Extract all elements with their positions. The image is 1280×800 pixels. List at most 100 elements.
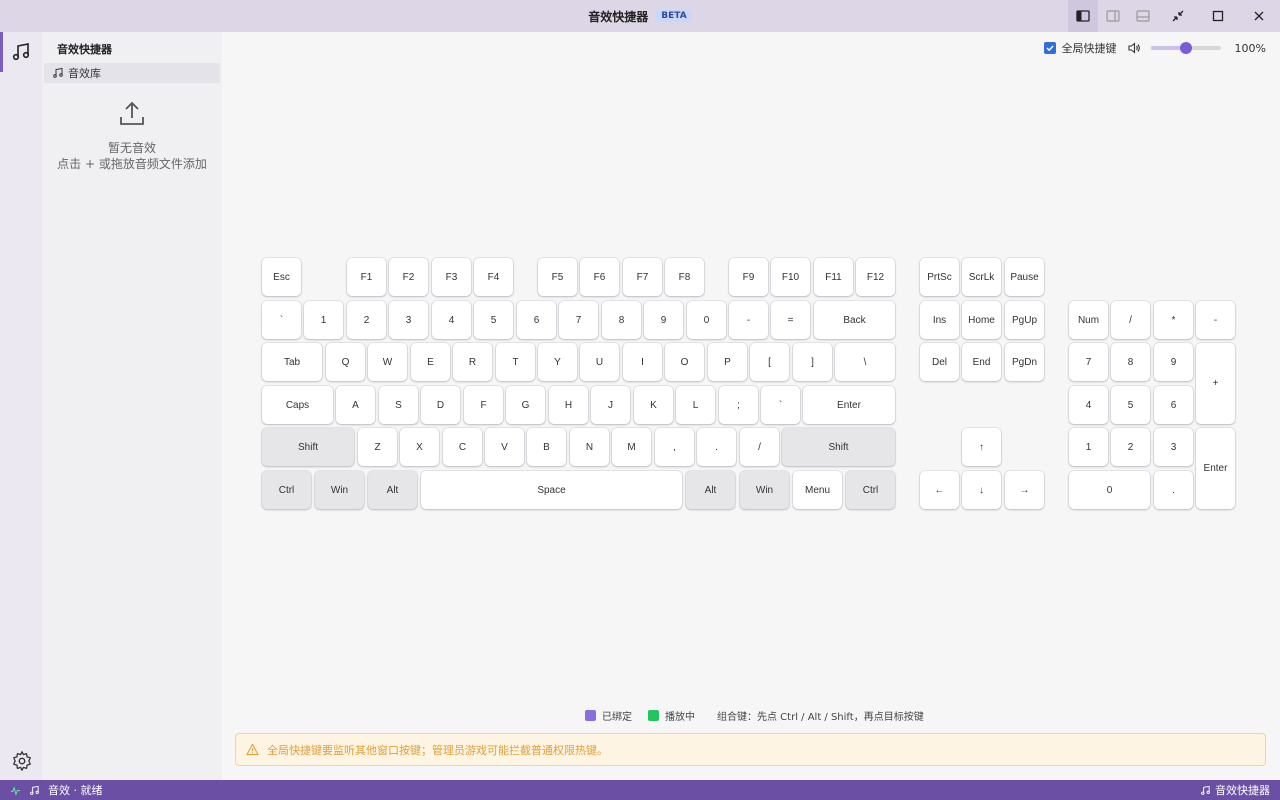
- toggle-bottom-panel-button[interactable]: [1128, 0, 1158, 32]
- key-i[interactable]: I: [623, 343, 662, 381]
- key-f9[interactable]: F9: [729, 258, 768, 296]
- key-right-shift[interactable]: Shift: [782, 428, 895, 466]
- key-x[interactable]: X: [400, 428, 439, 466]
- key-quote[interactable]: `: [761, 386, 800, 424]
- key-p[interactable]: P: [708, 343, 747, 381]
- key-caps[interactable]: Caps: [262, 386, 333, 424]
- key-f[interactable]: F: [464, 386, 503, 424]
- volume-icon[interactable]: [1127, 41, 1141, 55]
- key-3[interactable]: 3: [389, 301, 428, 339]
- key-s[interactable]: S: [379, 386, 418, 424]
- key-enter[interactable]: Enter: [803, 386, 895, 424]
- key-num-1[interactable]: 1: [1069, 428, 1108, 466]
- upload-icon[interactable]: [118, 100, 146, 128]
- key-numlock[interactable]: Num: [1069, 301, 1108, 339]
- key-left-win[interactable]: Win: [315, 471, 364, 509]
- key-y[interactable]: Y: [538, 343, 577, 381]
- key-arrow-left[interactable]: ←: [920, 471, 959, 509]
- key-arrow-up[interactable]: ↑: [962, 428, 1001, 466]
- key-tab[interactable]: Tab: [262, 343, 322, 381]
- key-num-8[interactable]: 8: [1111, 343, 1150, 381]
- key-backspace[interactable]: Back: [814, 301, 895, 339]
- key-f7[interactable]: F7: [623, 258, 662, 296]
- key-num-divide[interactable]: /: [1111, 301, 1150, 339]
- key-menu[interactable]: Menu: [793, 471, 842, 509]
- key-c[interactable]: C: [443, 428, 482, 466]
- key-prtsc[interactable]: PrtSc: [920, 258, 959, 296]
- key-b[interactable]: B: [527, 428, 566, 466]
- settings-gear-icon[interactable]: [11, 750, 33, 772]
- key-f12[interactable]: F12: [856, 258, 895, 296]
- volume-slider-thumb[interactable]: [1179, 42, 1192, 54]
- key-num-4[interactable]: 4: [1069, 386, 1108, 424]
- key-backtick[interactable]: `: [262, 301, 301, 339]
- key-pause[interactable]: Pause: [1005, 258, 1044, 296]
- key-o[interactable]: O: [665, 343, 704, 381]
- key-num-5[interactable]: 5: [1111, 386, 1150, 424]
- key-h[interactable]: H: [549, 386, 588, 424]
- activity-sounds-button[interactable]: [0, 32, 42, 72]
- key-pgdn[interactable]: PgDn: [1005, 343, 1044, 381]
- key-arrow-right[interactable]: →: [1005, 471, 1044, 509]
- key-d[interactable]: D: [421, 386, 460, 424]
- key-2[interactable]: 2: [347, 301, 386, 339]
- key-space[interactable]: Space: [421, 471, 682, 509]
- maximize-button[interactable]: [1198, 0, 1238, 32]
- key-f6[interactable]: F6: [580, 258, 619, 296]
- key-arrow-down[interactable]: ↓: [962, 471, 1001, 509]
- key-num-plus[interactable]: +: [1196, 343, 1235, 424]
- key-v[interactable]: V: [485, 428, 524, 466]
- key-w[interactable]: W: [368, 343, 407, 381]
- key-0[interactable]: 0: [687, 301, 726, 339]
- key-q[interactable]: Q: [326, 343, 365, 381]
- key-num-7[interactable]: 7: [1069, 343, 1108, 381]
- key-8[interactable]: 8: [602, 301, 641, 339]
- key-left-alt[interactable]: Alt: [368, 471, 417, 509]
- sidebar-item-sound-library[interactable]: 音效库: [44, 63, 220, 83]
- key-a[interactable]: A: [336, 386, 375, 424]
- key-scrlk[interactable]: ScrLk: [962, 258, 1001, 296]
- key-num-9[interactable]: 9: [1154, 343, 1193, 381]
- key-del[interactable]: Del: [920, 343, 959, 381]
- key-num-2[interactable]: 2: [1111, 428, 1150, 466]
- key-num-0[interactable]: 0: [1069, 471, 1150, 509]
- key-num-minus[interactable]: -: [1196, 301, 1235, 339]
- key-l[interactable]: L: [676, 386, 715, 424]
- key-f10[interactable]: F10: [771, 258, 810, 296]
- key-z[interactable]: Z: [358, 428, 397, 466]
- key-6[interactable]: 6: [517, 301, 556, 339]
- key-f2[interactable]: F2: [389, 258, 428, 296]
- key-num-enter[interactable]: Enter: [1196, 428, 1235, 509]
- key-f11[interactable]: F11: [814, 258, 853, 296]
- key-left-bracket[interactable]: [: [750, 343, 789, 381]
- key-7[interactable]: 7: [559, 301, 598, 339]
- key-equals[interactable]: =: [771, 301, 810, 339]
- key-num-decimal[interactable]: .: [1154, 471, 1193, 509]
- key-f5[interactable]: F5: [538, 258, 577, 296]
- key-minus[interactable]: -: [729, 301, 768, 339]
- key-r[interactable]: R: [453, 343, 492, 381]
- key-right-alt[interactable]: Alt: [686, 471, 735, 509]
- volume-slider[interactable]: [1150, 42, 1221, 54]
- key-num-6[interactable]: 6: [1154, 386, 1193, 424]
- key-right-win[interactable]: Win: [740, 471, 789, 509]
- key-left-shift[interactable]: Shift: [262, 428, 354, 466]
- key-m[interactable]: M: [612, 428, 651, 466]
- key-slash[interactable]: /: [740, 428, 779, 466]
- key-4[interactable]: 4: [432, 301, 471, 339]
- key-f8[interactable]: F8: [665, 258, 704, 296]
- key-pgup[interactable]: PgUp: [1005, 301, 1044, 339]
- key-ins[interactable]: Ins: [920, 301, 959, 339]
- key-num-3[interactable]: 3: [1154, 428, 1193, 466]
- key-semicolon[interactable]: ;: [719, 386, 758, 424]
- key-home[interactable]: Home: [962, 301, 1001, 339]
- key-j[interactable]: J: [591, 386, 630, 424]
- key-1[interactable]: 1: [304, 301, 343, 339]
- key-u[interactable]: U: [580, 343, 619, 381]
- key-left-ctrl[interactable]: Ctrl: [262, 471, 311, 509]
- key-n[interactable]: N: [570, 428, 609, 466]
- key-num-multiply[interactable]: *: [1154, 301, 1193, 339]
- key-right-bracket[interactable]: ]: [793, 343, 832, 381]
- toggle-right-panel-button[interactable]: [1098, 0, 1128, 32]
- key-k[interactable]: K: [634, 386, 673, 424]
